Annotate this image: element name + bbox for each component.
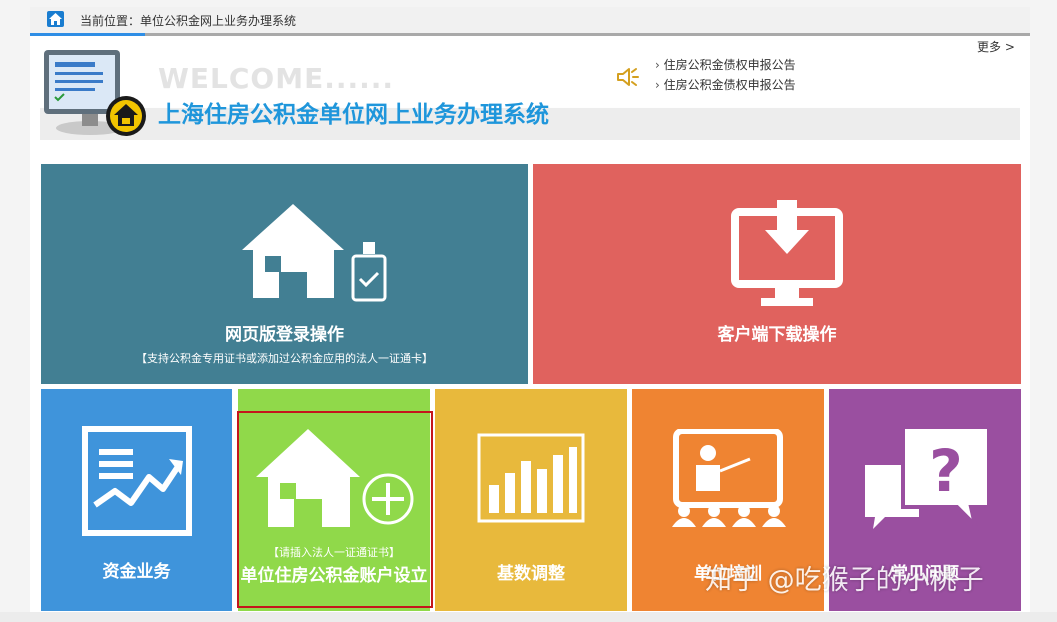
notice-item[interactable]: 住房公积金债权申报公告 <box>655 56 796 76</box>
breadcrumb-bar: 当前位置：单位公积金网上业务办理系统 <box>30 7 1030 36</box>
monitor-download-icon <box>731 200 843 306</box>
client-download-label: 客户端下载操作 <box>717 325 837 345</box>
welcome-text: WELCOME...... <box>158 62 395 95</box>
web-login-label: 网页版登录操作 <box>225 325 344 345</box>
selection-highlight <box>237 411 433 608</box>
base-adjust-tile[interactable]: 基数调整 <box>435 389 627 611</box>
notice-item[interactable]: 住房公积金债权申报公告 <box>655 76 796 96</box>
computer-logo-icon <box>44 50 146 136</box>
client-download-tile[interactable]: 客户端下载操作 <box>533 164 1021 384</box>
breadcrumb: 当前位置：单位公积金网上业务办理系统 <box>80 14 297 28</box>
bottom-scrollbar <box>0 612 1057 622</box>
svg-text:?: ? <box>929 437 963 505</box>
home-icon[interactable] <box>47 11 64 27</box>
notice-list: 住房公积金债权申报公告 住房公积金债权申报公告 <box>655 56 796 96</box>
bar-chart-icon <box>477 433 585 523</box>
funds-tile[interactable]: 资金业务 <box>41 389 232 611</box>
web-login-sub: 【支持公积金专用证书或添加过公积金应用的法人一证通卡】 <box>136 352 433 365</box>
base-adjust-label: 基数调整 <box>497 564 565 584</box>
system-title: 上海住房公积金单位网上业务办理系统 <box>158 102 549 128</box>
stock-chart-icon <box>82 426 192 536</box>
watermark: 知乎 @吃猴子的小桃子 <box>705 565 984 596</box>
web-login-tile[interactable]: 网页版登录操作 【支持公积金专用证书或添加过公积金应用的法人一证通卡】 <box>41 164 528 384</box>
welcome-banner: WELCOME...... 上海住房公积金单位网上业务办理系统 更多 > 住房公… <box>40 36 1020 140</box>
more-link[interactable]: 更多 > <box>977 38 1015 55</box>
house-usb-icon <box>242 204 387 302</box>
funds-label: 资金业务 <box>102 562 171 582</box>
speaker-icon <box>617 68 639 86</box>
question-bubble-icon: ? <box>865 425 991 532</box>
training-icon <box>672 429 786 527</box>
